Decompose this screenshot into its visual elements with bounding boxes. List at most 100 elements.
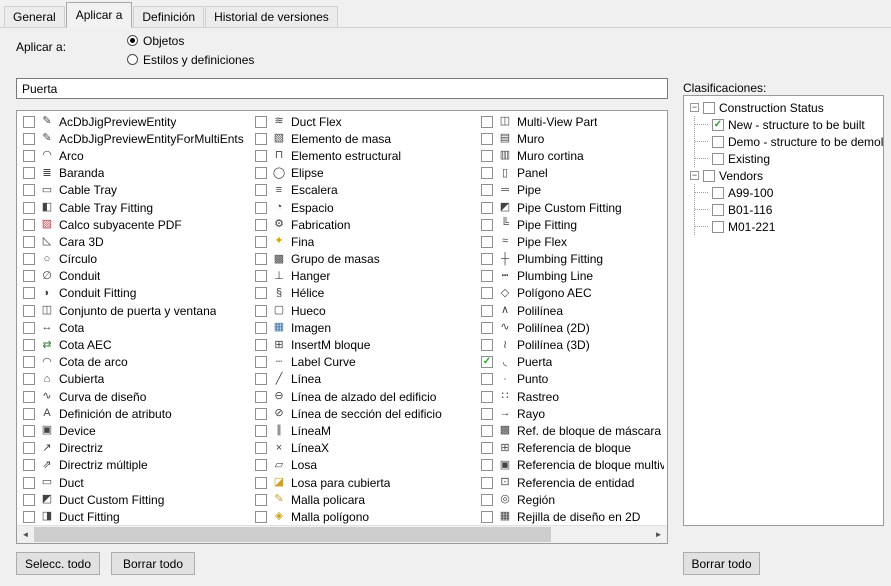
list-item-label-curve[interactable]: ┄ Label Curve [252,354,478,371]
checkbox[interactable] [255,218,267,231]
checkbox[interactable] [481,442,493,455]
checkbox[interactable] [255,304,267,317]
list-item-plumbing-line[interactable]: ┅ Plumbing Line [478,268,664,285]
tab-aplicar-a[interactable]: Aplicar a [65,2,133,28]
list-item-duct[interactable]: ▭ Duct [20,474,252,491]
checkbox[interactable] [255,339,267,352]
checkbox[interactable] [481,510,493,523]
checkbox[interactable]: ✓ [712,118,724,131]
checkbox[interactable] [481,407,493,420]
tree-node-vendors[interactable]: − Vendors [690,167,883,184]
checkbox[interactable] [23,201,35,214]
list-item-polilinea-3d[interactable]: ≀ Polilínea (3D) [478,336,664,353]
tab-historial-de-versiones[interactable]: Historial de versiones [205,6,338,27]
list-item-conduit[interactable]: ∅ Conduit [20,268,252,285]
checkbox[interactable] [255,493,267,506]
filter-input[interactable] [16,78,668,99]
list-item-cara-3d[interactable]: ◺ Cara 3D [20,233,252,250]
checkbox[interactable] [255,287,267,300]
list-item-arco[interactable]: ◠ Arco [20,147,252,164]
list-item-cota-de-arco[interactable]: ◠ Cota de arco [20,354,252,371]
list-item-polilinea-2d[interactable]: ∿ Polilínea (2D) [478,319,664,336]
checkbox[interactable] [255,459,267,472]
checkbox[interactable] [23,287,35,300]
checkbox[interactable] [255,235,267,248]
checkbox[interactable] [23,339,35,352]
list-item-acdbjigpreviewentity[interactable]: ✎ AcDbJigPreviewEntity [20,113,252,130]
checkbox[interactable] [255,149,267,162]
checkbox[interactable] [481,167,493,180]
list-item-losa[interactable]: ▱ Losa [252,457,478,474]
list-item-rastreo[interactable]: ∷ Rastreo [478,388,664,405]
list-item-malla-policara[interactable]: ✎ Malla policara [252,491,478,508]
checkbox[interactable] [255,373,267,386]
tree-node-new-structure-to-be-built[interactable]: ✓ New - structure to be built [695,116,883,133]
list-item-duct-flex[interactable]: ≋ Duct Flex [252,113,478,130]
list-item-muro-cortina[interactable]: ▥ Muro cortina [478,147,664,164]
list-item-elemento-de-masa[interactable]: ▧ Elemento de masa [252,130,478,147]
tree-node-b01-116[interactable]: B01-116 [695,201,883,218]
list-item-referencia-de-entidad[interactable]: ⊡ Referencia de entidad [478,474,664,491]
list-item-definicion-de-atributo[interactable]: A Definición de atributo [20,405,252,422]
checkbox[interactable] [481,184,493,197]
checkbox[interactable] [23,356,35,369]
horizontal-scrollbar[interactable]: ◄ ► [17,525,667,543]
checkbox[interactable] [481,373,493,386]
collapse-icon[interactable]: − [690,103,699,112]
checkbox[interactable] [255,390,267,403]
list-item-referencia-de-bloque-multivis[interactable]: ▣ Referencia de bloque multivis [478,457,664,474]
list-item-hueco[interactable]: ▢ Hueco [252,302,478,319]
checkbox[interactable] [255,442,267,455]
list-item-curva-de-diseno[interactable]: ∿ Curva de diseño [20,388,252,405]
list-item-cubierta[interactable]: ⌂ Cubierta [20,371,252,388]
checkbox[interactable] [481,476,493,489]
list-item-poligono-aec[interactable]: ◇ Polígono AEC [478,285,664,302]
list-item-circulo[interactable]: ○ Círculo [20,251,252,268]
list-item-insertm-bloque[interactable]: ⊞ InsertM bloque [252,336,478,353]
radio-objetos[interactable]: Objetos [127,33,254,48]
list-item-escalera[interactable]: ≡ Escalera [252,182,478,199]
radio-estilos-y-definiciones[interactable]: Estilos y definiciones [127,52,254,67]
list-item-fina[interactable]: ✦ Fina [252,233,478,250]
list-item-duct-fitting[interactable]: ◨ Duct Fitting [20,508,252,525]
checkbox[interactable] [23,184,35,197]
list-item-cota-aec[interactable]: ⇄ Cota AEC [20,336,252,353]
checkbox[interactable] [23,321,35,334]
checkbox[interactable] [481,235,493,248]
checkbox[interactable] [481,339,493,352]
checkbox[interactable] [23,253,35,266]
checkbox[interactable] [481,132,493,145]
list-item-cota[interactable]: ↔ Cota [20,319,252,336]
list-item-lineam[interactable]: ∥ LíneaM [252,422,478,439]
list-item-muro[interactable]: ▤ Muro [478,130,664,147]
list-item-cable-tray[interactable]: ▭ Cable Tray [20,182,252,199]
checkbox[interactable] [712,203,724,216]
checkbox[interactable] [23,424,35,437]
list-item-panel[interactable]: ▯ Panel [478,165,664,182]
list-item-espacio[interactable]: ◔ Espacio [252,199,478,216]
list-item-rayo[interactable]: → Rayo [478,405,664,422]
checkbox[interactable] [712,220,724,233]
list-item-fabrication[interactable]: ⚙ Fabrication [252,216,478,233]
checkbox[interactable] [255,132,267,145]
checkbox[interactable] [23,476,35,489]
tab-general[interactable]: General [4,6,65,27]
checkbox[interactable] [255,424,267,437]
list-item-rejilla-de-diseno-en-2d[interactable]: ▦ Rejilla de diseño en 2D [478,508,664,525]
checkbox[interactable] [481,253,493,266]
checkbox[interactable] [23,270,35,283]
checkbox[interactable] [255,476,267,489]
list-item-cable-tray-fitting[interactable]: ◧ Cable Tray Fitting [20,199,252,216]
list-item-malla-poligono[interactable]: ◈ Malla polígono [252,508,478,525]
list-item-referencia-de-bloque[interactable]: ⊞ Referencia de bloque [478,440,664,457]
list-item-plumbing-fitting[interactable]: ┼ Plumbing Fitting [478,251,664,268]
checkbox[interactable] [23,407,35,420]
checkbox[interactable] [23,510,35,523]
tree-node-a99-100[interactable]: A99-100 [695,184,883,201]
list-item-helice[interactable]: § Hélice [252,285,478,302]
scroll-left-icon[interactable]: ◄ [17,526,34,543]
list-item-conjunto-de-puerta-y-ventana[interactable]: ◫ Conjunto de puerta y ventana [20,302,252,319]
checkbox[interactable] [481,424,493,437]
clear-all-button[interactable]: Borrar todo [111,552,195,575]
list-item-pipe-custom-fitting[interactable]: ◩ Pipe Custom Fitting [478,199,664,216]
